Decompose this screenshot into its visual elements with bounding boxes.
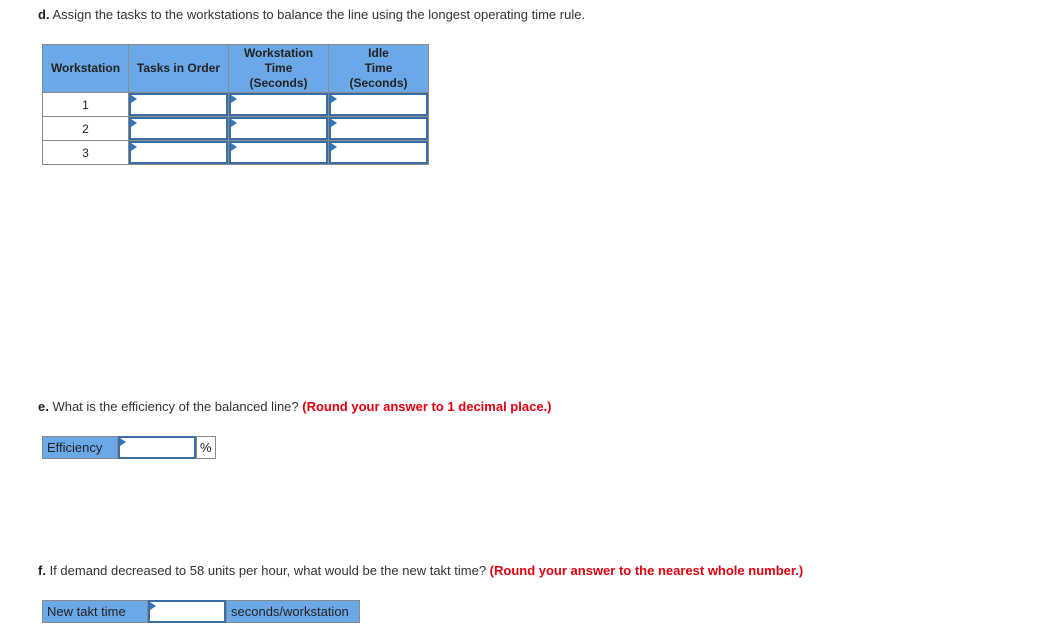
- table-header-row: Workstation Tasks in Order Workstation T…: [42, 44, 429, 93]
- header-idle-time: Idle Time (Seconds): [328, 44, 429, 93]
- header-workstation-time: Workstation Time (Seconds): [228, 44, 329, 93]
- takt-time-label: New takt time: [42, 600, 148, 623]
- question-f-letter: f.: [38, 563, 46, 578]
- question-f-instruction: (Round your answer to the nearest whole …: [489, 563, 804, 578]
- answer-flag-icon: [231, 143, 237, 151]
- answer-flag-icon: [120, 438, 126, 446]
- table-row: 1: [42, 92, 429, 117]
- idle-time-input-1[interactable]: [329, 93, 428, 116]
- question-e: e. What is the efficiency of the balance…: [38, 399, 552, 414]
- answer-flag-icon: [231, 119, 237, 127]
- table-row: 2: [42, 116, 429, 141]
- efficiency-label: Efficiency: [42, 436, 118, 459]
- idle-time-input-2[interactable]: [329, 117, 428, 140]
- answer-flag-icon: [131, 143, 137, 151]
- answer-flag-icon: [331, 95, 337, 103]
- question-d: d. Assign the tasks to the workstations …: [38, 7, 585, 22]
- header-workstation: Workstation: [42, 44, 129, 93]
- percent-unit: %: [196, 436, 216, 459]
- table-row: 3: [42, 140, 429, 165]
- question-d-letter: d.: [38, 7, 50, 22]
- efficiency-row: Efficiency %: [42, 436, 216, 459]
- header-tasks-in-order: Tasks in Order: [128, 44, 229, 93]
- takt-time-input[interactable]: [148, 600, 226, 623]
- question-e-text: What is the efficiency of the balanced l…: [48, 399, 303, 414]
- answer-flag-icon: [131, 119, 137, 127]
- workstation-number: 1: [42, 92, 129, 117]
- workstation-number: 3: [42, 140, 129, 165]
- takt-time-unit: seconds/workstation: [226, 600, 360, 623]
- idle-time-input-3[interactable]: [329, 141, 428, 164]
- answer-flag-icon: [131, 95, 137, 103]
- question-d-text: Assign the tasks to the workstations to …: [49, 7, 586, 22]
- workstation-time-input-3[interactable]: [229, 141, 328, 164]
- tasks-input-2[interactable]: [129, 117, 228, 140]
- question-f: f. If demand decreased to 58 units per h…: [38, 563, 803, 578]
- workstation-table: Workstation Tasks in Order Workstation T…: [42, 44, 429, 165]
- answer-flag-icon: [331, 143, 337, 151]
- workstation-time-input-1[interactable]: [229, 93, 328, 116]
- tasks-input-1[interactable]: [129, 93, 228, 116]
- question-f-text: If demand decreased to 58 units per hour…: [45, 563, 490, 578]
- question-e-letter: e.: [38, 399, 49, 414]
- answer-flag-icon: [331, 119, 337, 127]
- takt-time-row: New takt time seconds/workstation: [42, 600, 360, 623]
- tasks-input-3[interactable]: [129, 141, 228, 164]
- answer-flag-icon: [150, 602, 156, 610]
- answer-flag-icon: [231, 95, 237, 103]
- workstation-number: 2: [42, 116, 129, 141]
- question-e-instruction: (Round your answer to 1 decimal place.): [302, 399, 552, 414]
- efficiency-input[interactable]: [118, 436, 196, 459]
- workstation-time-input-2[interactable]: [229, 117, 328, 140]
